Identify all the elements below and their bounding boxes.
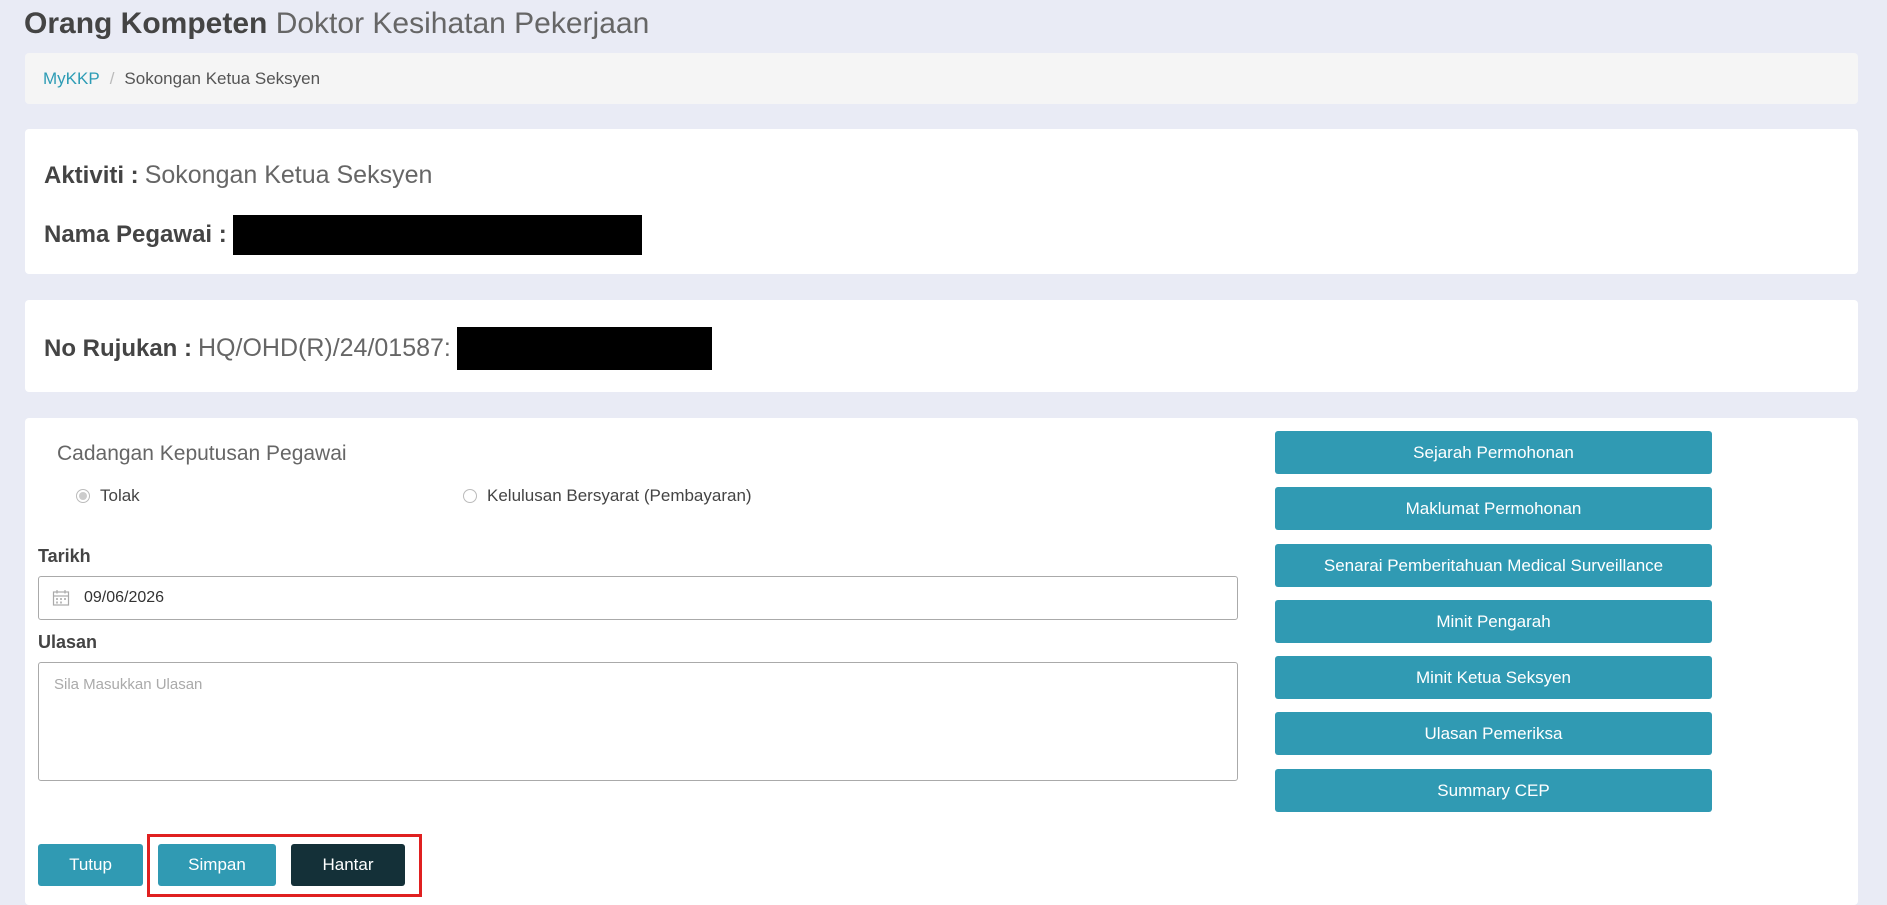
- no-rujukan-value: HQ/OHD(R)/24/01587:: [198, 334, 451, 362]
- page-title: Orang Kompeten Doktor Kesihatan Pekerjaa…: [24, 6, 649, 42]
- page-title-bold: Orang Kompeten: [24, 7, 268, 40]
- aktiviti-label: Aktiviti :: [44, 161, 139, 189]
- hantar-button[interactable]: Hantar: [291, 844, 405, 886]
- radio-tolak-circle[interactable]: [76, 489, 90, 503]
- nama-pegawai-label: Nama Pegawai :: [44, 221, 227, 248]
- nama-pegawai-redacted: [232, 215, 642, 255]
- breadcrumb-mykkp-link[interactable]: MyKKP: [43, 69, 100, 89]
- radio-kelulusan-bersyarat[interactable]: Kelulusan Bersyarat (Pembayaran): [463, 486, 752, 506]
- summary-cep-button[interactable]: Summary CEP: [1275, 769, 1712, 812]
- radio-tolak[interactable]: Tolak: [76, 486, 140, 506]
- reference-card: No Rujukan : HQ/OHD(R)/24/01587:: [25, 300, 1858, 392]
- radio-kelulusan-circle[interactable]: [463, 489, 477, 503]
- tarikh-input[interactable]: 09/06/2026: [38, 576, 1238, 620]
- page-title-subtitle: Doktor Kesihatan Pekerjaan: [275, 7, 650, 40]
- tarikh-label: Tarikh: [38, 546, 91, 566]
- senarai-medical-surveillance-button[interactable]: Senarai Pemberitahuan Medical Surveillan…: [1275, 544, 1712, 587]
- activity-card: Aktiviti : Sokongan Ketua Seksyen Nama P…: [25, 129, 1858, 274]
- maklumat-permohonan-button[interactable]: Maklumat Permohonan: [1275, 487, 1712, 530]
- ulasan-textarea[interactable]: Sila Masukkan Ulasan: [38, 662, 1238, 781]
- ulasan-label: Ulasan: [38, 632, 98, 652]
- no-rujukan-row: No Rujukan : HQ/OHD(R)/24/01587:: [44, 327, 712, 370]
- minit-ketua-seksyen-button[interactable]: Minit Ketua Seksyen: [1275, 656, 1712, 699]
- calendar-icon: [52, 590, 70, 606]
- decision-heading: Cadangan Keputusan Pegawai: [57, 442, 347, 465]
- aktiviti-value: Sokongan Ketua Seksyen: [144, 161, 433, 189]
- decision-card: Cadangan Keputusan Pegawai Tolak Kelulus…: [25, 418, 1858, 905]
- aktiviti-row: Aktiviti : Sokongan Ketua Seksyen: [44, 161, 432, 190]
- minit-pengarah-button[interactable]: Minit Pengarah: [1275, 600, 1712, 643]
- radio-kelulusan-label: Kelulusan Bersyarat (Pembayaran): [487, 486, 752, 505]
- breadcrumb: MyKKP / Sokongan Ketua Seksyen: [25, 53, 1858, 104]
- breadcrumb-separator: /: [109, 68, 115, 88]
- no-rujukan-label: No Rujukan :: [44, 334, 192, 362]
- nama-pegawai-row: Nama Pegawai :: [44, 215, 642, 255]
- ulasan-pemeriksa-button[interactable]: Ulasan Pemeriksa: [1275, 712, 1712, 755]
- sejarah-permohonan-button[interactable]: Sejarah Permohonan: [1275, 431, 1712, 474]
- breadcrumb-current: Sokongan Ketua Seksyen: [124, 68, 321, 88]
- radio-tolak-label: Tolak: [100, 486, 140, 505]
- no-rujukan-redacted: [456, 327, 712, 370]
- tarikh-value: 09/06/2026: [84, 589, 165, 606]
- tutup-button[interactable]: Tutup: [38, 844, 143, 886]
- simpan-button[interactable]: Simpan: [158, 844, 276, 886]
